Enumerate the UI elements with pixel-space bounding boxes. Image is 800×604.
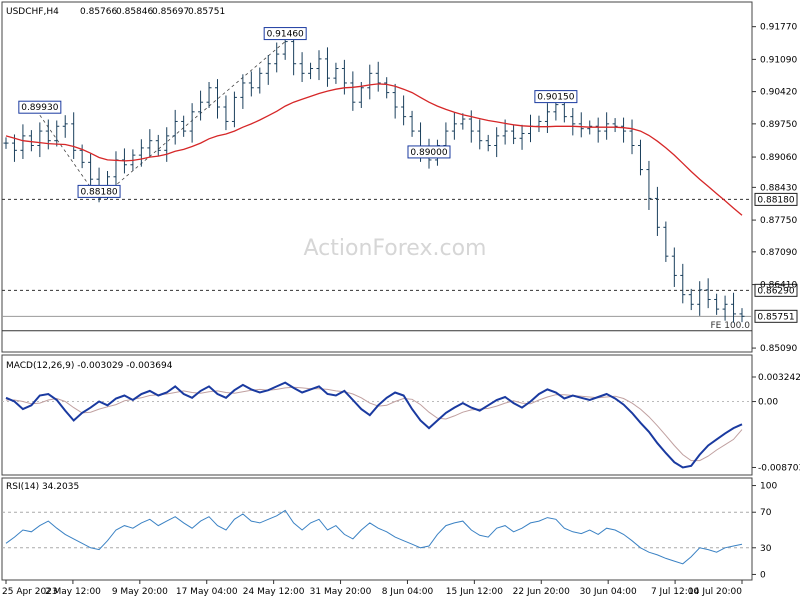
rsi-title: RSI(14) 34.2035 [6,482,79,492]
ohlc-open: 0.85766 [80,7,117,17]
swing-annotation-label: 0.90150 [537,93,574,103]
rsi-axis-label: 70 [760,508,772,518]
price-axis-label: 0.85090 [760,344,797,354]
level-tag-label: 0.88180 [757,195,794,205]
macd-axis-label: 0.00 [758,398,778,408]
price-axis-label: 0.86410 [760,281,797,291]
swing-annotation-label: 0.88180 [80,187,117,197]
price-axis-label: 0.91090 [760,55,797,65]
macd-axis-label: -0.008703 [758,463,800,473]
rsi-axis-label: 30 [760,544,772,554]
swing-annotation-label: 0.89000 [410,148,447,158]
time-axis-label: 9 May 20:00 [112,587,168,597]
time-axis-label: 31 May 20:00 [310,587,372,597]
macd-title: MACD(12,26,9) -0.003029 -0.003694 [6,361,173,371]
chart-root: ActionForex.com USDCHF,H4 0.85766 0.8584… [0,0,800,600]
time-axis-label: 22 Jun 20:00 [513,587,570,597]
price-title: USDCHF,H4 [6,7,59,17]
time-axis-label: 2 May 12:00 [45,587,101,597]
ohlc-low: 0.85697 [152,7,189,17]
level-tag-label: 0.85751 [757,312,794,322]
rsi-axis-label: 0 [760,570,766,580]
chart-svg: ActionForex.com USDCHF,H4 0.85766 0.8584… [1,1,800,597]
time-axis-label: 14 Jul 20:00 [688,587,742,597]
price-axis-label: 0.90420 [760,88,797,98]
macd-panel-frame [1,354,753,476]
price-axis-label: 0.87750 [760,216,797,226]
macd-axis-label: 0.003242 [758,373,800,383]
ohlc-close: 0.85751 [188,7,225,17]
level-label: FE 100.0 [711,321,751,331]
price-axis-label: 0.89060 [760,153,797,163]
price-axis-label: 0.87090 [760,248,797,258]
time-axis-label: 17 May 04:00 [176,587,238,597]
price-axis-label: 0.91770 [760,23,797,33]
swing-annotation-label: 0.91460 [267,30,304,40]
watermark: ActionForex.com [304,236,487,261]
time-axis-label: 24 May 12:00 [243,587,305,597]
price-axis-label: 0.89750 [760,120,797,130]
time-axis-label: 30 Jun 04:00 [580,587,637,597]
time-axis-label: 8 Jun 04:00 [382,587,434,597]
time-axis-label: 15 Jun 12:00 [446,587,503,597]
price-axis-label: 0.88430 [760,183,797,193]
ohlc-high: 0.85846 [116,7,153,17]
rsi-axis-label: 100 [760,482,777,492]
swing-annotation-label: 0.89930 [21,103,58,113]
rsi-panel-frame [1,477,753,581]
